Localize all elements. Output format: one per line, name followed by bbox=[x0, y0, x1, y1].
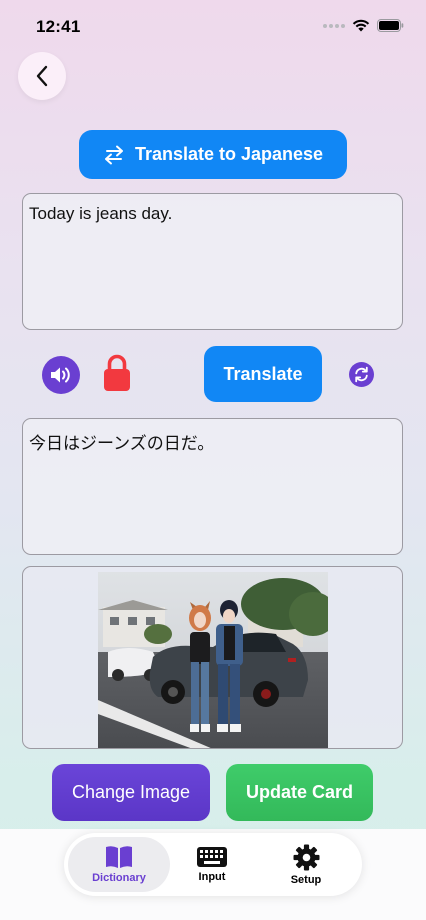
tab-dictionary-label: Dictionary bbox=[92, 872, 146, 884]
gear-icon bbox=[293, 844, 319, 870]
tab-setup-label: Setup bbox=[290, 873, 322, 886]
lock-icon[interactable] bbox=[103, 354, 131, 392]
back-button[interactable] bbox=[18, 52, 66, 100]
wifi-icon bbox=[352, 19, 370, 32]
swap-arrows-icon bbox=[104, 145, 123, 164]
tab-bar: Dictionary Input Setup bbox=[64, 833, 362, 896]
status-time: 12:41 bbox=[36, 17, 81, 36]
refresh-icon bbox=[355, 366, 368, 383]
battery-icon bbox=[377, 19, 404, 32]
signal-dots-icon bbox=[323, 23, 345, 28]
book-icon bbox=[106, 846, 132, 868]
source-text-field[interactable]: Today is jeans day. bbox=[22, 193, 403, 330]
change-image-button[interactable]: Change Image bbox=[52, 764, 210, 821]
tab-dictionary[interactable]: Dictionary bbox=[68, 833, 170, 896]
tab-input-label: Input bbox=[198, 871, 226, 883]
tab-input[interactable]: Input bbox=[166, 833, 258, 896]
update-card-button[interactable]: Update Card bbox=[226, 764, 373, 821]
card-image-frame bbox=[22, 566, 403, 749]
card-image bbox=[98, 572, 328, 748]
translate-direction-button[interactable]: Translate to Japanese bbox=[79, 130, 347, 179]
translate-direction-label: Translate to Japanese bbox=[134, 144, 324, 164]
chevron-left-icon bbox=[36, 65, 48, 87]
speak-button[interactable] bbox=[42, 356, 80, 394]
status-bar: 12:41 bbox=[0, 0, 426, 54]
speaker-icon bbox=[51, 367, 70, 383]
translated-text-field[interactable]: 今日はジーンズの日だ。 bbox=[22, 418, 403, 555]
translate-button[interactable]: Translate bbox=[204, 346, 322, 402]
keyboard-icon bbox=[197, 847, 227, 867]
tab-setup[interactable]: Setup bbox=[260, 833, 352, 896]
status-icons bbox=[323, 19, 404, 32]
refresh-button[interactable] bbox=[349, 362, 374, 387]
